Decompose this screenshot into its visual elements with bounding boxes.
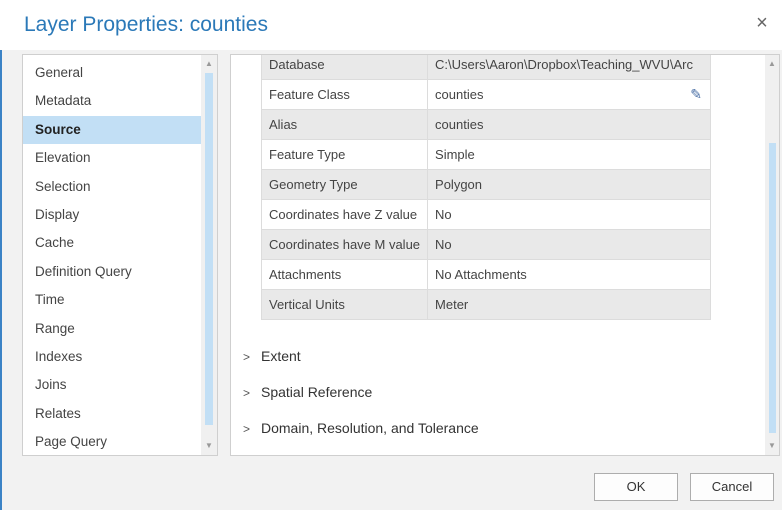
property-key: Alias <box>260 109 429 140</box>
section-extent[interactable]: > Extent <box>243 345 301 367</box>
property-value: No <box>427 229 711 260</box>
nav-item-metadata[interactable]: Metadata <box>23 87 201 115</box>
property-key: Vertical Units <box>260 289 429 320</box>
nav-item-range[interactable]: Range <box>23 315 201 343</box>
property-value: Meter <box>427 289 711 320</box>
nav-item-indexes[interactable]: Indexes <box>23 343 201 371</box>
nav-item-elevation[interactable]: Elevation <box>23 144 201 172</box>
table-row: Alias counties <box>260 109 711 140</box>
nav-item-cache[interactable]: Cache <box>23 229 201 257</box>
nav-item-definition-query[interactable]: Definition Query <box>23 258 201 286</box>
property-value: Polygon <box>427 169 711 200</box>
table-row: Attachments No Attachments <box>260 259 711 290</box>
nav-scroll-thumb[interactable] <box>205 73 213 425</box>
property-key: Database <box>260 55 429 80</box>
title-bar: Layer Properties: counties × <box>0 0 782 50</box>
property-key: Attachments <box>260 259 429 290</box>
table-row: Coordinates have Z value No <box>260 199 711 230</box>
nav-item-page-query[interactable]: Page Query <box>23 428 201 455</box>
scroll-up-arrow-icon[interactable]: ▲ <box>765 57 779 71</box>
nav-item-display[interactable]: Display <box>23 201 201 229</box>
property-key: Feature Class <box>260 79 429 110</box>
ok-button[interactable]: OK <box>594 473 678 501</box>
nav-item-time[interactable]: Time <box>23 286 201 314</box>
section-label: Extent <box>261 348 301 364</box>
property-value: counties <box>435 87 484 102</box>
property-key: Coordinates have Z value <box>260 199 429 230</box>
section-spatial-reference[interactable]: > Spatial Reference <box>243 381 372 403</box>
window-frame-edge <box>0 50 2 510</box>
nav-list: General Metadata Source Elevation Select… <box>23 59 201 455</box>
property-value: No <box>427 199 711 230</box>
chevron-right-icon: > <box>243 422 251 436</box>
chevron-right-icon: > <box>243 350 251 364</box>
nav-scrollbar[interactable]: ▲ ▼ <box>201 55 217 455</box>
table-row: Coordinates have M value No <box>260 229 711 260</box>
property-value: counties <box>427 109 711 140</box>
section-label: Domain, Resolution, and Tolerance <box>261 420 479 436</box>
chevron-right-icon: > <box>243 386 251 400</box>
nav-item-joins[interactable]: Joins <box>23 371 201 399</box>
property-value-cell: counties ✎ <box>427 79 711 110</box>
property-value: C:\Users\Aaron\Dropbox\Teaching_WVU\Arc <box>427 55 711 80</box>
nav-item-selection[interactable]: Selection <box>23 173 201 201</box>
table-row: Database C:\Users\Aaron\Dropbox\Teaching… <box>260 55 711 80</box>
pencil-icon[interactable]: ✎ <box>690 86 702 103</box>
property-key: Feature Type <box>260 139 429 170</box>
section-label: Spatial Reference <box>261 384 373 400</box>
property-value: No Attachments <box>427 259 711 290</box>
property-key: Geometry Type <box>260 169 429 200</box>
table-row: Feature Class counties ✎ <box>260 79 711 110</box>
content-scroll-thumb[interactable] <box>769 143 776 433</box>
section-domain-resolution-tolerance[interactable]: > Domain, Resolution, and Tolerance <box>243 417 479 439</box>
table-row: Feature Type Simple <box>260 139 711 170</box>
content-scrollbar[interactable]: ▲ ▼ <box>765 55 779 455</box>
close-icon[interactable]: × <box>752 12 772 34</box>
scroll-up-arrow-icon[interactable]: ▲ <box>201 57 217 71</box>
cancel-button[interactable]: Cancel <box>690 473 774 501</box>
nav-item-source[interactable]: Source <box>23 115 201 145</box>
nav-pane: General Metadata Source Elevation Select… <box>22 54 218 456</box>
dialog-title: Layer Properties: counties <box>24 13 268 36</box>
nav-item-general[interactable]: General <box>23 59 201 87</box>
table-row: Geometry Type Polygon <box>260 169 711 200</box>
source-content-pane: Database C:\Users\Aaron\Dropbox\Teaching… <box>230 54 780 456</box>
source-properties-table: Database C:\Users\Aaron\Dropbox\Teaching… <box>260 55 711 320</box>
scroll-down-arrow-icon[interactable]: ▼ <box>765 439 779 453</box>
scroll-down-arrow-icon[interactable]: ▼ <box>201 439 217 453</box>
property-key: Coordinates have M value <box>260 229 429 260</box>
nav-item-relates[interactable]: Relates <box>23 400 201 428</box>
property-value: Simple <box>427 139 711 170</box>
table-row: Vertical Units Meter <box>260 289 711 320</box>
